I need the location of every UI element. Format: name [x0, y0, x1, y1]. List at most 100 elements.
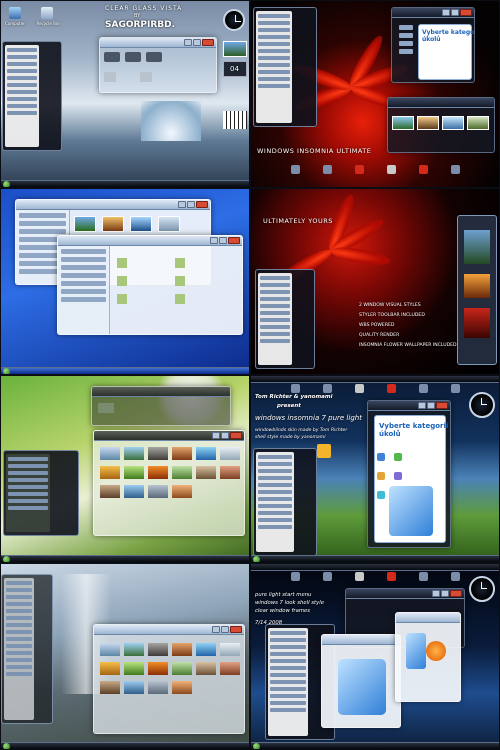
toolbar-icon[interactable]	[412, 571, 434, 590]
start-menu[interactable]	[1, 573, 53, 724]
photo-thumbnail[interactable]	[124, 680, 144, 694]
toolbar-icon[interactable]	[316, 165, 338, 183]
photo-gallery-window[interactable]	[93, 430, 245, 536]
photo-thumbnail[interactable]	[148, 447, 168, 460]
start-menu[interactable]	[255, 268, 315, 369]
photo-thumbnail[interactable]	[220, 466, 240, 479]
piano-gadget[interactable]	[223, 111, 247, 129]
toolbar-icon[interactable]	[316, 571, 338, 590]
taskbar[interactable]	[1, 554, 249, 562]
toolbar-icon[interactable]	[348, 165, 370, 183]
photo-thumbnail[interactable]	[220, 642, 240, 656]
start-menu[interactable]	[253, 448, 317, 556]
photo-gallery-window[interactable]	[93, 623, 245, 734]
toolbar-icon[interactable]	[380, 571, 402, 590]
media-icon[interactable]	[406, 632, 426, 669]
photo-thumbnail[interactable]	[196, 466, 216, 479]
folder-icon[interactable]	[116, 275, 127, 286]
photo-thumbnail[interactable]	[172, 466, 192, 479]
player-window[interactable]	[395, 611, 461, 702]
media-player-icon[interactable]	[389, 486, 433, 536]
toolbar-icon[interactable]	[444, 165, 466, 183]
photo-thumbnail[interactable]	[124, 466, 144, 479]
start-menu[interactable]	[253, 7, 317, 127]
photo-thumbnail[interactable]	[148, 466, 168, 479]
photo-thumbnail[interactable]	[196, 447, 216, 460]
taskbar[interactable]	[1, 179, 249, 187]
photo-thumbnail[interactable]	[100, 680, 120, 694]
photo-thumbnail[interactable]	[124, 642, 144, 656]
folder-icon[interactable]	[116, 257, 127, 268]
toolbar-icon[interactable]	[284, 571, 306, 590]
close-button[interactable]	[202, 39, 214, 46]
folder-icon[interactable]	[174, 293, 185, 304]
start-menu[interactable]	[2, 41, 62, 151]
close-button[interactable]	[436, 402, 448, 409]
photo-thumbnail[interactable]	[148, 680, 168, 694]
photo-thumbnail[interactable]	[100, 661, 120, 675]
photo-thumbnail[interactable]	[172, 642, 192, 656]
close-button[interactable]	[450, 589, 462, 597]
category-icon[interactable]	[377, 491, 385, 499]
toolbar-icon[interactable]	[412, 165, 434, 183]
explorer-window[interactable]	[99, 37, 217, 93]
pictures-window[interactable]	[387, 97, 495, 153]
photo-thumbnail[interactable]	[196, 661, 216, 675]
category-icon[interactable]	[394, 472, 403, 480]
play-icon[interactable]	[426, 640, 446, 661]
photo-thumbnail[interactable]	[124, 447, 144, 460]
photo-thumbnail[interactable]	[100, 485, 120, 498]
taskbar[interactable]	[251, 742, 499, 750]
category-icon[interactable]	[394, 453, 403, 461]
photo-thumbnail[interactable]	[148, 485, 168, 498]
toolbar-icon[interactable]	[348, 384, 370, 402]
close-button[interactable]	[460, 9, 472, 16]
start-orb-icon[interactable]	[3, 180, 10, 187]
photo-thumbnail[interactable]	[220, 447, 240, 460]
calendar-gadget[interactable]: 04	[223, 61, 247, 77]
photo-thumbnail[interactable]	[172, 447, 192, 460]
photo-thumbnail[interactable]	[148, 661, 168, 675]
media-window[interactable]	[321, 633, 401, 728]
taskbar[interactable]	[1, 367, 249, 375]
toolbar-icon[interactable]	[284, 165, 306, 183]
category-icon[interactable]	[377, 472, 385, 480]
close-button[interactable]	[228, 236, 240, 244]
category-icon[interactable]	[377, 453, 385, 461]
explorer-window-back[interactable]	[91, 386, 231, 426]
control-panel-window[interactable]: Vyberte kategorii úkolů	[391, 7, 475, 83]
close-button[interactable]	[230, 625, 242, 633]
photo-thumbnail[interactable]	[100, 466, 120, 479]
folder-icon[interactable]	[174, 257, 185, 268]
start-orb-icon[interactable]	[3, 555, 10, 562]
computer-icon[interactable]	[9, 7, 21, 19]
folder-icon[interactable]	[174, 275, 185, 286]
photo-thumbnail[interactable]	[124, 485, 144, 498]
clock-gadget[interactable]	[469, 392, 495, 418]
taskbar[interactable]	[1, 742, 249, 750]
clock-gadget[interactable]	[469, 575, 495, 602]
photo-thumbnail[interactable]	[100, 642, 120, 656]
toolbar-icon[interactable]	[348, 571, 370, 590]
start-orb-icon[interactable]	[253, 743, 260, 750]
sidebar-gadget-panel[interactable]	[457, 214, 497, 365]
recycle-bin-icon[interactable]	[41, 7, 53, 19]
close-button[interactable]	[230, 432, 242, 439]
start-orb-icon[interactable]	[253, 555, 260, 562]
start-orb-icon[interactable]	[3, 743, 10, 750]
photo-thumbnail[interactable]	[220, 661, 240, 675]
documents-explorer-window[interactable]	[57, 234, 243, 335]
photo-thumbnail[interactable]	[124, 661, 144, 675]
photo-thumbnail[interactable]	[172, 661, 192, 675]
photo-thumbnail[interactable]	[196, 642, 216, 656]
start-orb-icon[interactable]	[3, 368, 10, 375]
folder-icon[interactable]	[116, 293, 127, 304]
photo-thumbnail[interactable]	[100, 447, 120, 460]
taskbar[interactable]	[251, 554, 499, 562]
photo-gadget[interactable]	[223, 41, 247, 57]
photo-thumbnail[interactable]	[172, 680, 192, 694]
photo-thumbnail[interactable]	[172, 485, 192, 498]
toolbar-icon[interactable]	[380, 165, 402, 183]
clock-gadget[interactable]	[223, 9, 245, 31]
close-button[interactable]	[196, 200, 208, 208]
